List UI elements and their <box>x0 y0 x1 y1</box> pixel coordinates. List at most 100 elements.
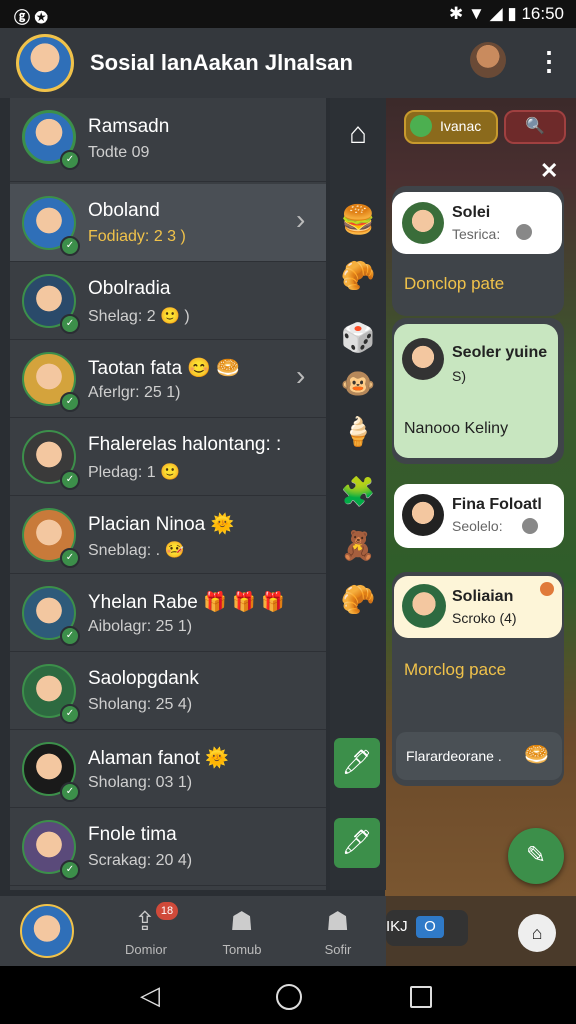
status-left-icons: ⓖ ✪ <box>14 10 48 27</box>
status-clock: ✱ ▼ ◢ ▮ 16:50 <box>449 4 564 24</box>
card-name: Seoler yuine <box>452 344 548 361</box>
online-badge: ✓ <box>60 314 80 334</box>
chip-green-icon <box>410 115 432 137</box>
bottom-right-panel: IKJ O ⌂ <box>386 896 576 966</box>
system-nav-bar: ◁ <box>0 966 576 1024</box>
upload-icon: ⇪ <box>134 906 156 936</box>
contact-status: Sholang: 03 1) <box>88 774 193 791</box>
ghost-icon-2: ☗ <box>326 906 350 936</box>
contact-row[interactable]: ✓ Placian Ninoa 🌞 Sneblag: . 🤒 <box>10 496 326 574</box>
action-chip-label: Flarardeorane . <box>406 748 502 764</box>
online-badge: ✓ <box>60 860 80 880</box>
bear-icon[interactable]: 🧸 <box>330 518 386 574</box>
tab-sofir[interactable]: ☗ Sofir <box>290 896 386 966</box>
card-avatar <box>402 494 444 536</box>
contact-status: Fodiady: 2 3 ) <box>88 228 186 245</box>
card-name: Solei <box>452 204 491 221</box>
link-morclog[interactable]: Morclog pace <box>404 660 506 680</box>
header-user-row[interactable]: ✓ Ramsadn Todte 09 <box>10 98 326 182</box>
status-right-icons: ✱ ▼ ◢ ▮ <box>449 4 517 23</box>
top-chip-1[interactable]: Ivanac <box>404 110 498 144</box>
icecream-icon[interactable]: 🍦 <box>330 404 386 460</box>
home-nav-icon[interactable] <box>276 984 302 1010</box>
chat-card-fina[interactable]: Fina Foloatl Seolelo: <box>394 484 564 548</box>
card-avatar <box>402 584 446 628</box>
link-donclop[interactable]: Donclop pate <box>404 274 504 294</box>
bottom-right-badge: O <box>416 916 444 938</box>
card-name: Soliaian <box>452 588 514 605</box>
contact-name: Alaman fanot 🌞 <box>88 748 229 769</box>
header-user-status: Todte 09 <box>88 144 150 161</box>
card-name: Fina Foloatl <box>452 496 542 513</box>
card-sub: S) <box>452 368 466 384</box>
contact-row[interactable]: ✓ Obolradia Shelag: 2 🙂 ) <box>10 262 326 340</box>
contact-name: Saolopgdank <box>88 668 199 689</box>
notification-dot <box>540 582 554 596</box>
burger-icon[interactable]: 🍔 <box>330 192 386 248</box>
bottom-right-text: IKJ <box>386 918 408 935</box>
contact-row[interactable]: ✓ Saolopgdank Sholang: 25 4) <box>10 652 326 730</box>
clock-icon <box>516 224 532 240</box>
more-menu-icon[interactable]: ⋮ <box>536 46 562 77</box>
contact-row[interactable]: ✓ Oboland Fodiady: 2 3 ) › <box>10 184 326 262</box>
home-button[interactable]: ⌂ <box>518 914 556 952</box>
app-bar: Sosial lanAakan Jlnalsan ⋮ <box>0 28 576 98</box>
chevron-right-icon[interactable]: › <box>296 204 305 236</box>
edit-pen-icon[interactable]: 🖊 <box>334 738 380 788</box>
online-badge: ✓ <box>60 626 80 646</box>
friend-avatar[interactable] <box>470 42 506 78</box>
chevron-right-icon[interactable]: › <box>296 360 305 392</box>
contact-name: Yhelan Rabe 🎁 🎁 🎁 <box>88 592 285 613</box>
contact-row[interactable]: ✓ Yhelan Rabe 🎁 🎁 🎁 Aibolagr: 25 1) <box>10 574 326 652</box>
bottom-tab-bar: ⇪ 18 Domior ☗ Tomub ☗ Sofir <box>0 896 386 966</box>
tab-profile[interactable] <box>0 896 96 966</box>
online-badge: ✓ <box>60 392 80 412</box>
croissant-icon[interactable]: 🥐 <box>330 248 386 304</box>
fab-new-chat[interactable]: ✎ <box>508 828 564 884</box>
contact-status: Scrakag: 20 4) <box>88 852 193 869</box>
contact-status: Pledag: 1 🙂 <box>88 464 180 481</box>
status-time: 16:50 <box>521 4 564 23</box>
online-badge: ✓ <box>60 150 80 170</box>
action-chip[interactable]: Flarardeorane . 🥯 <box>396 732 562 780</box>
chat-card-solei[interactable]: Solei Tesrica: <box>392 192 562 254</box>
contact-name: Placian Ninoa 🌞 <box>88 514 235 535</box>
tab-tomub[interactable]: ☗ Tomub <box>194 896 290 966</box>
edit-pen-icon-2[interactable]: 🖊 <box>334 818 380 868</box>
online-badge: ✓ <box>60 236 80 256</box>
contact-name: Obolradia <box>88 278 171 299</box>
contact-row[interactable]: ✓ Fnole tima Scrakag: 20 4) <box>10 808 326 886</box>
contact-status: Shelag: 2 🙂 ) <box>88 308 190 325</box>
tab-badge: 18 <box>156 902 178 920</box>
app-title: Sosial lanAakan Jlnalsan <box>90 50 353 75</box>
croissant-icon-2[interactable]: 🥐 <box>330 572 386 628</box>
contacts-drawer: ✓ Ramsadn Todte 09 ✓ Oboland Fodiady: 2 3 … <box>10 98 326 890</box>
contact-name: Oboland <box>88 200 160 221</box>
card-sub: Tesrica: <box>452 226 501 242</box>
online-badge: ✓ <box>60 548 80 568</box>
home-icon[interactable]: ⌂ <box>330 106 386 162</box>
contact-row[interactable]: ✓ Alaman fanot 🌞 Sholang: 03 1) <box>10 730 326 808</box>
card-avatar <box>402 202 444 244</box>
bottom-right-chip[interactable]: IKJ O <box>386 910 468 946</box>
recents-icon[interactable] <box>410 986 432 1008</box>
back-icon[interactable]: ◁ <box>140 980 160 1011</box>
top-chip-2[interactable]: 🔍 <box>504 110 566 144</box>
contact-row[interactable]: ✓ Fhalerelas halontang: : Pledag: 1 🙂 <box>10 418 326 496</box>
chat-card-seoler[interactable]: Seoler yuine S) Nanooo Keliny <box>394 324 558 458</box>
tab-domior[interactable]: ⇪ 18 Domior <box>98 896 194 966</box>
online-badge: ✓ <box>60 782 80 802</box>
online-badge: ✓ <box>60 704 80 724</box>
puzzle-icon[interactable]: 🧩 <box>330 464 386 520</box>
contact-row[interactable]: ✓ Taotan fata 😊 🥯 Aferlgr: 25 1) › <box>10 340 326 418</box>
profile-avatar[interactable] <box>16 34 74 92</box>
status-bar: ⓖ ✪ ✱ ▼ ◢ ▮ 16:50 <box>0 0 576 28</box>
close-icon[interactable]: ✕ <box>540 158 558 184</box>
tab-label: Tomub <box>222 942 262 957</box>
card-extra: Nanooo Keliny <box>404 420 509 437</box>
contact-name: Fhalerelas halontang: : <box>88 434 282 455</box>
chat-card-soliaian[interactable]: Soliaian Scroko (4) <box>394 576 562 638</box>
new-chat-icon: ✎ <box>525 842 547 869</box>
emoji-rail: ⌂ 🍔 🥐 🎲 🐵 🍦 🧩 🧸 🥐 🖊 🖊 <box>330 98 386 890</box>
contact-name: Fnole tima <box>88 824 177 845</box>
